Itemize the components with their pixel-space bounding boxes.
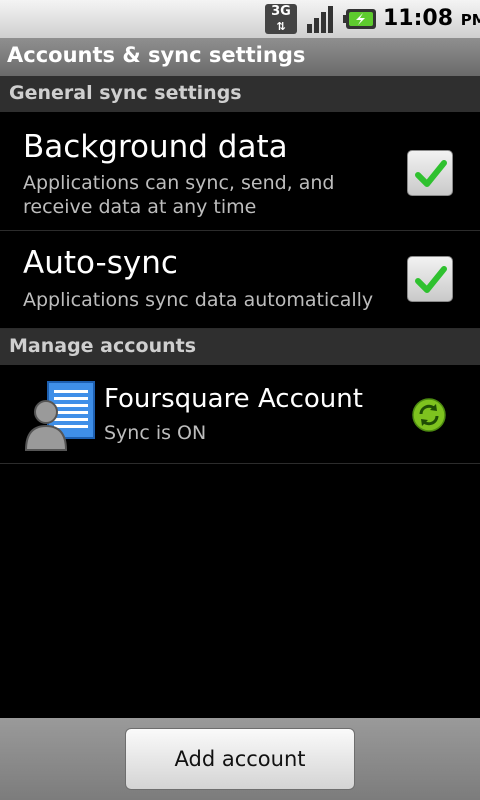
background-data-title: Background data: [23, 129, 288, 165]
page-title: Accounts & sync settings: [7, 43, 306, 67]
section-header-general-label: General sync settings: [9, 82, 242, 104]
title-bar: Accounts & sync settings: [0, 38, 480, 76]
account-name: Foursquare Account: [104, 384, 363, 414]
section-header-manage: Manage accounts: [0, 329, 480, 365]
add-account-button[interactable]: Add account: [125, 728, 355, 790]
background-data-checkbox[interactable]: [407, 150, 453, 196]
section-header-general: General sync settings: [0, 76, 480, 112]
auto-sync-title: Auto-sync: [23, 245, 178, 281]
status-bar: 3G ⇅ 11:08 PM: [0, 0, 480, 38]
account-person-icon: [24, 381, 95, 451]
bottom-bar: Add account: [0, 718, 480, 800]
battery-charging-icon: [343, 9, 376, 29]
checkmark-icon: [415, 160, 447, 187]
network-type: 3G: [271, 4, 291, 19]
section-header-manage-label: Manage accounts: [9, 335, 197, 357]
3g-data-icon: 3G ⇅: [265, 4, 297, 34]
clock-ampm: PM: [460, 11, 480, 29]
sync-on-icon: [412, 398, 446, 432]
auto-sync-checkbox[interactable]: [407, 256, 453, 302]
account-sync-status: Sync is ON: [104, 422, 207, 444]
auto-sync-row[interactable]: Auto-sync Applications sync data automat…: [0, 231, 480, 329]
background-data-summary: Applications can sync, send, and receive…: [23, 172, 335, 218]
checkmark-icon: [415, 266, 447, 293]
background-data-row[interactable]: Background data Applications can sync, s…: [0, 112, 480, 231]
clock: 11:08 PM: [383, 6, 480, 31]
clock-time: 11:08: [383, 6, 454, 31]
auto-sync-summary: Applications sync data automatically: [23, 289, 374, 311]
signal-strength-icon: [307, 6, 333, 33]
